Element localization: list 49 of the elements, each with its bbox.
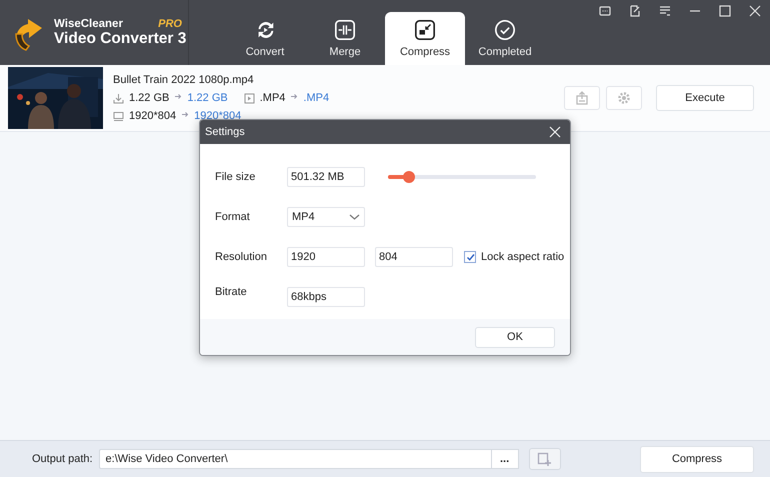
- file-size-field[interactable]: 501.32 MB: [287, 167, 365, 187]
- checkmark-icon: [466, 253, 474, 261]
- ok-button[interactable]: OK: [475, 326, 555, 348]
- resolution-before: 1920*804: [129, 110, 176, 122]
- close-icon: [549, 126, 561, 138]
- tab[interactable]: Merge: [305, 12, 385, 65]
- merge-icon: [334, 19, 356, 41]
- edit-icon: [628, 4, 642, 18]
- resolution-after: 1920*804: [194, 110, 242, 122]
- chevron-down-icon: [349, 213, 360, 221]
- maximize-icon: [718, 4, 732, 18]
- height-field[interactable]: 804: [375, 247, 453, 267]
- menu-icon: [658, 4, 672, 18]
- format-before: .MP4: [260, 92, 286, 104]
- size-after: 1.22 GB: [187, 92, 228, 104]
- tab[interactable]: Completed: [465, 12, 545, 65]
- lock-checkbox[interactable]: [464, 251, 476, 263]
- format-after: .MP4: [303, 92, 330, 104]
- field-label: File size: [215, 171, 256, 183]
- format-dropdown[interactable]: MP4: [287, 207, 365, 227]
- settings-icon: [617, 91, 631, 105]
- browse-button[interactable]: ...: [490, 449, 519, 469]
- output-path-field[interactable]: e:\Wise Video Converter\: [98, 449, 491, 469]
- compress-icon: [414, 19, 436, 41]
- tab[interactable]: Compress: [385, 12, 465, 65]
- field-label: Resolution: [215, 251, 268, 263]
- field-label: Format: [215, 211, 251, 223]
- field-label: Bitrate: [215, 286, 248, 298]
- edition-label: PRO: [158, 18, 182, 30]
- checkbox-label: Lock aspect ratio: [481, 251, 564, 263]
- brand-name: WiseCleaner: [54, 18, 123, 30]
- size-before: 1.22 GB: [129, 92, 170, 104]
- monitor-icon: [113, 110, 124, 122]
- bitrate-field[interactable]: 68kbps: [287, 287, 365, 307]
- output-path-label: Output path:: [32, 453, 93, 465]
- file-name: Bullet Train 2022 1080p.mp4: [113, 74, 255, 86]
- dialog-title: Settings: [205, 126, 245, 138]
- add-file-icon: [537, 452, 552, 466]
- execute-button[interactable]: Execute: [656, 85, 754, 111]
- video-file-icon: [244, 92, 255, 104]
- export-icon: [575, 91, 589, 105]
- download-icon: [113, 92, 124, 104]
- tab[interactable]: Convert: [225, 12, 305, 65]
- width-field[interactable]: 1920: [287, 247, 365, 267]
- close-icon: [748, 4, 762, 18]
- check-circle-icon: [494, 19, 516, 41]
- compress-button[interactable]: Compress: [640, 446, 754, 472]
- slider-thumb[interactable]: [402, 171, 415, 183]
- feedback-icon: [598, 4, 612, 18]
